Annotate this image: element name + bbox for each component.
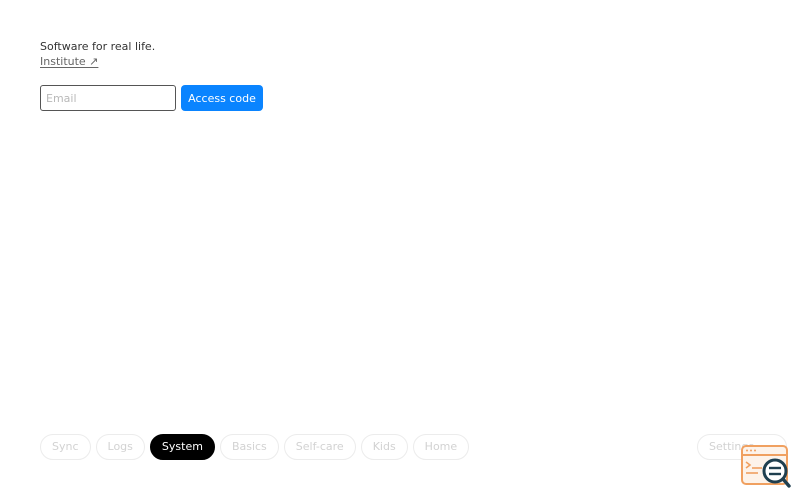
tagline: Software for real life. [40,40,156,53]
tab-sync[interactable]: Sync [40,434,91,460]
tab-system[interactable]: System [149,434,215,460]
access-code-button[interactable]: Access code [181,85,263,111]
institute-link[interactable]: Institute ↗ [40,55,98,68]
browser-search-icon[interactable] [740,444,792,490]
email-input[interactable] [40,85,176,111]
tab-self-care[interactable]: Self-care [283,434,356,460]
tab-basics[interactable]: Basics [219,434,279,460]
tab-logs[interactable]: Logs [95,434,145,460]
tab-home[interactable]: Home [412,434,470,460]
tab-kids[interactable]: Kids [360,434,408,460]
category-tabs: Sync Logs System Basics Self-care Kids H… [40,434,470,460]
